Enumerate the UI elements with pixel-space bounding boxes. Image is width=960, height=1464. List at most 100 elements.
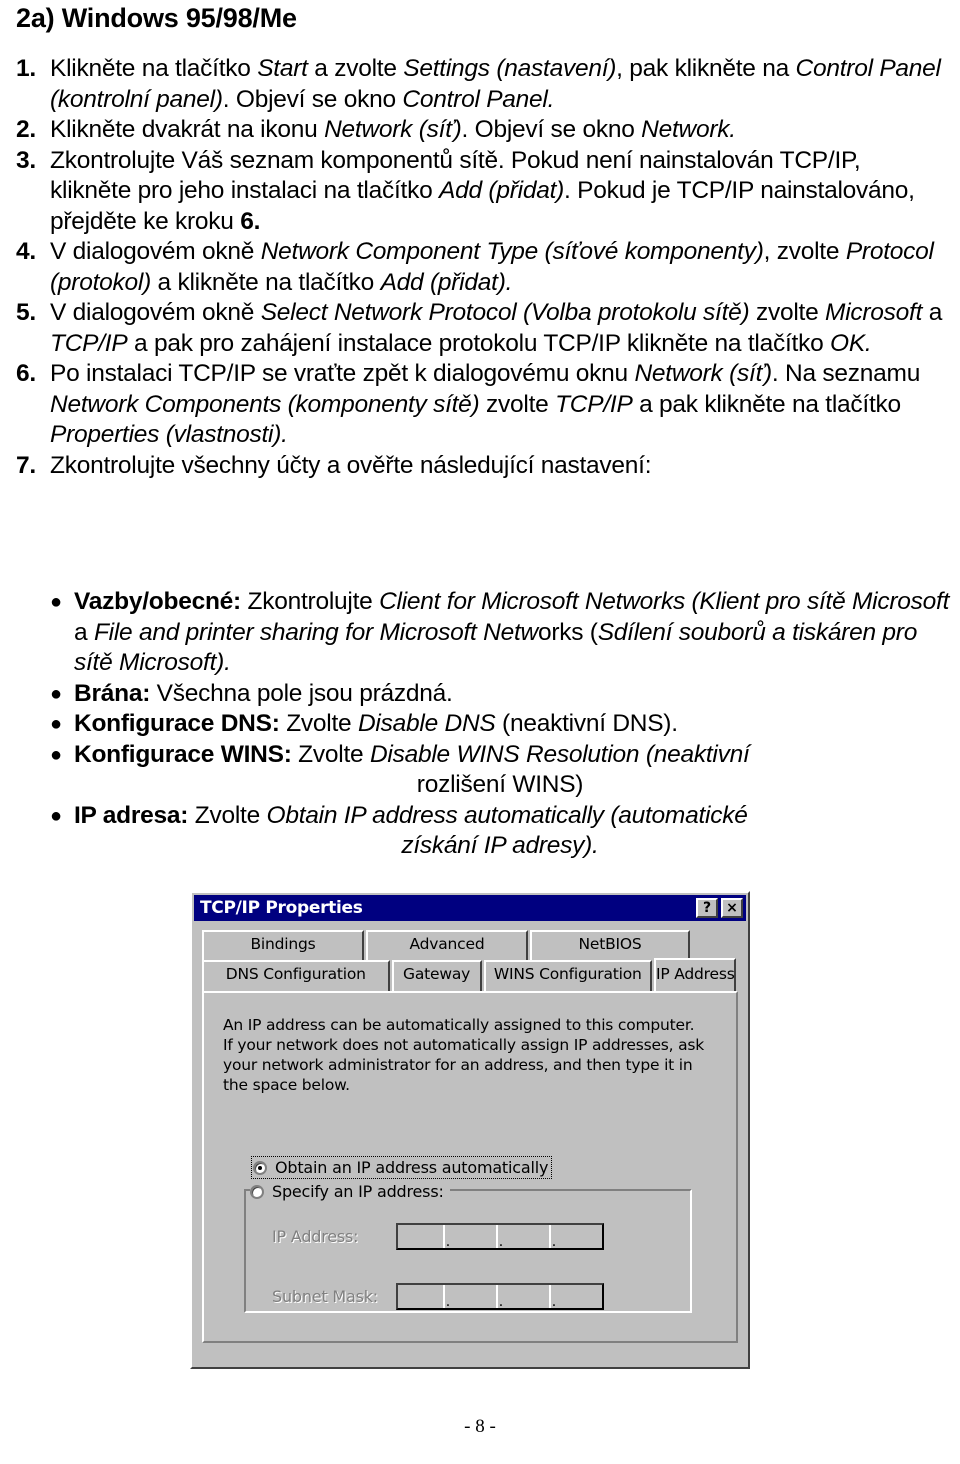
text-run: OK. (830, 329, 872, 357)
tab-gateway[interactable]: Gateway (391, 960, 482, 991)
text-run: a zvolte (307, 55, 404, 82)
text-run: Konfigurace WINS: (74, 740, 292, 768)
ip-address-input[interactable]: ... (396, 1223, 604, 1250)
bullet-text: rozlišení WINS) (417, 771, 584, 798)
step-text: Po instalaci TCP/IP se vraťte zpět k dia… (50, 360, 920, 448)
text-run: a (922, 299, 943, 326)
tab-dns-configuration[interactable]: DNS Configuration (202, 960, 390, 991)
tab-wins-configuration[interactable]: WINS Configuration (483, 960, 652, 991)
help-icon[interactable]: ? (696, 898, 718, 918)
text-run: Všechna pole jsou prázdná. (150, 679, 453, 707)
text-run: Select Network Protocol (Volba protokolu… (260, 299, 750, 326)
text-run: V dialogovém okně (50, 299, 261, 326)
subnet-mask-input[interactable]: ... (396, 1283, 604, 1310)
tab-row-bottom: DNS Configuration Gateway WINS Configurati… (202, 958, 738, 991)
specify-ip-address-radio[interactable]: Specify an IP address: (250, 1182, 450, 1201)
ip-octet-1[interactable] (398, 1225, 445, 1248)
text-run: Zvolte (291, 740, 370, 768)
text-run: Klikněte dvakrát na ikonu (50, 116, 325, 143)
text-run: orks ( (537, 618, 598, 646)
instruction-step: 2. Klikněte dvakrát na ikonu Network (síť… (16, 115, 946, 146)
obtain-ip-automatically-label: Obtain an IP address automatically (275, 1158, 549, 1177)
bullet-text: IP adresa: Zvolte Obtain IP address auto… (74, 802, 748, 829)
instruction-steps: 1. Klikněte na tlačítko Start a zvolte Se… (16, 54, 946, 481)
step-number: 5. (16, 299, 36, 326)
step-text: V dialogovém okně Select Network Protoco… (50, 299, 942, 357)
description-line: the space below. (223, 1076, 350, 1094)
text-run: Klikněte na tlačítko (50, 55, 258, 82)
text-run: . Objeví se okno (222, 85, 403, 113)
bullet-item: ● IP adresa: Zvolte Obtain IP address aut… (50, 801, 950, 832)
tab-bindings[interactable]: Bindings (202, 930, 364, 960)
text-run: Network (síť) (634, 360, 772, 387)
instruction-step: 5. V dialogovém okně Select Network Proto… (16, 298, 946, 359)
mask-octet-3[interactable] (504, 1285, 551, 1308)
text-run: Disable WINS Resolution (neaktivní (369, 740, 750, 768)
bullet-dot-icon: ● (50, 591, 62, 613)
bullet-text: Vazby/obecné: Zkontrolujte Client for Mi… (74, 588, 949, 676)
bullet-text: získání IP adresy). (401, 832, 598, 859)
text-run: Add (přidat) (439, 177, 565, 204)
text-run: Vazby/obecné: (74, 588, 241, 615)
text-run: . Na seznamu (771, 360, 921, 387)
text-run: Po instalaci TCP/IP se vraťte zpět k dia… (50, 360, 635, 387)
bullet-text: Konfigurace DNS: Zvolte Disable DNS (nea… (74, 710, 678, 737)
tab-netbios[interactable]: NetBIOS (530, 930, 690, 960)
step-number: 3. (16, 146, 36, 174)
text-run: Zkontrolujte všechny účty a ověřte násle… (50, 451, 652, 479)
description-line: If your network does not automatically a… (223, 1036, 705, 1054)
tab-ip-address[interactable]: IP Address (654, 958, 736, 991)
step-text: Zkontrolujte Váš seznam komponentů sítě.… (50, 147, 915, 235)
text-run: Zkontrolujte (240, 588, 380, 615)
ip-octet-4[interactable] (557, 1225, 602, 1248)
mask-octet-2[interactable] (451, 1285, 498, 1308)
mask-octet-4[interactable] (557, 1285, 602, 1308)
text-run: Add (přidat). (380, 268, 513, 296)
text-run: Obtain IP address automatically (automat… (266, 801, 748, 829)
text-run: a (74, 618, 94, 646)
page-number: - 8 - (464, 1416, 496, 1437)
text-run: a klikněte na tlačítko (150, 268, 381, 296)
bullet-item: ● Brána: Všechna pole jsou prázdná. (50, 679, 950, 710)
ip-octet-3[interactable] (504, 1225, 551, 1248)
text-run: IP adresa: (74, 801, 189, 829)
step-text: V dialogovém okně Network Component Type… (50, 238, 934, 296)
settings-bullet-list: ● Vazby/obecné: Zkontrolujte Client for M… (50, 587, 950, 862)
text-run: Zvolte (188, 801, 267, 829)
ip-address-field-row: IP Address: ... (272, 1223, 604, 1250)
text-run: , zvolte (763, 238, 846, 265)
text-run: TCP/IP (555, 390, 633, 418)
bullet-dot-icon: ● (50, 804, 62, 827)
text-run: Brána: (74, 679, 151, 707)
text-run: Settings (nastavení) (403, 55, 617, 82)
bullet-item: ● Konfigurace DNS: Zvolte Disable DNS (ne… (50, 709, 950, 740)
tab-advanced[interactable]: Advanced (366, 930, 528, 960)
ip-address-label: IP Address: (272, 1227, 359, 1246)
text-run: Network Components (komponenty sítě) (50, 390, 480, 418)
text-run: Microsoft (825, 299, 923, 326)
tab-row-top: Bindings Advanced NetBIOS (202, 930, 738, 960)
text-run: Konfigurace DNS: (74, 710, 280, 737)
step-text: Klikněte na tlačítko Start a zvolte Sett… (50, 55, 941, 113)
step-number: 2. (16, 116, 36, 143)
instruction-step: 6. Po instalaci TCP/IP se vraťte zpět k d… (16, 359, 946, 451)
ip-octet-2[interactable] (451, 1225, 498, 1248)
radio-indicator-specify (250, 1184, 264, 1199)
description-line: An IP address can be automatically assig… (223, 1016, 695, 1034)
obtain-ip-automatically-radio[interactable]: Obtain an IP address automatically (251, 1156, 553, 1179)
panel-description: An IP address can be automatically assig… (223, 1015, 704, 1095)
text-run: (neaktivní DNS). (502, 710, 678, 737)
close-icon[interactable]: × (721, 898, 743, 918)
tcpip-properties-dialog: TCP/IP Properties ? × Bindings Advanced Ne… (190, 891, 750, 1369)
step-number: 4. (16, 238, 36, 265)
step-text: Klikněte dvakrát na ikonu Network (síť).… (50, 116, 736, 143)
text-run: Zvolte (279, 710, 358, 737)
mask-octet-1[interactable] (398, 1285, 445, 1308)
ip-address-tab-panel: An IP address can be automatically assig… (202, 991, 738, 1343)
text-run: zvolte (749, 299, 826, 326)
step-number: 7. (16, 451, 36, 479)
bullet-dot-icon: ● (50, 743, 62, 766)
text-run: Network Component Type (síťové komponent… (260, 238, 764, 265)
titlebar-buttons: ? × (696, 898, 743, 918)
instruction-step: 1. Klikněte na tlačítko Start a zvolte Se… (16, 54, 946, 115)
